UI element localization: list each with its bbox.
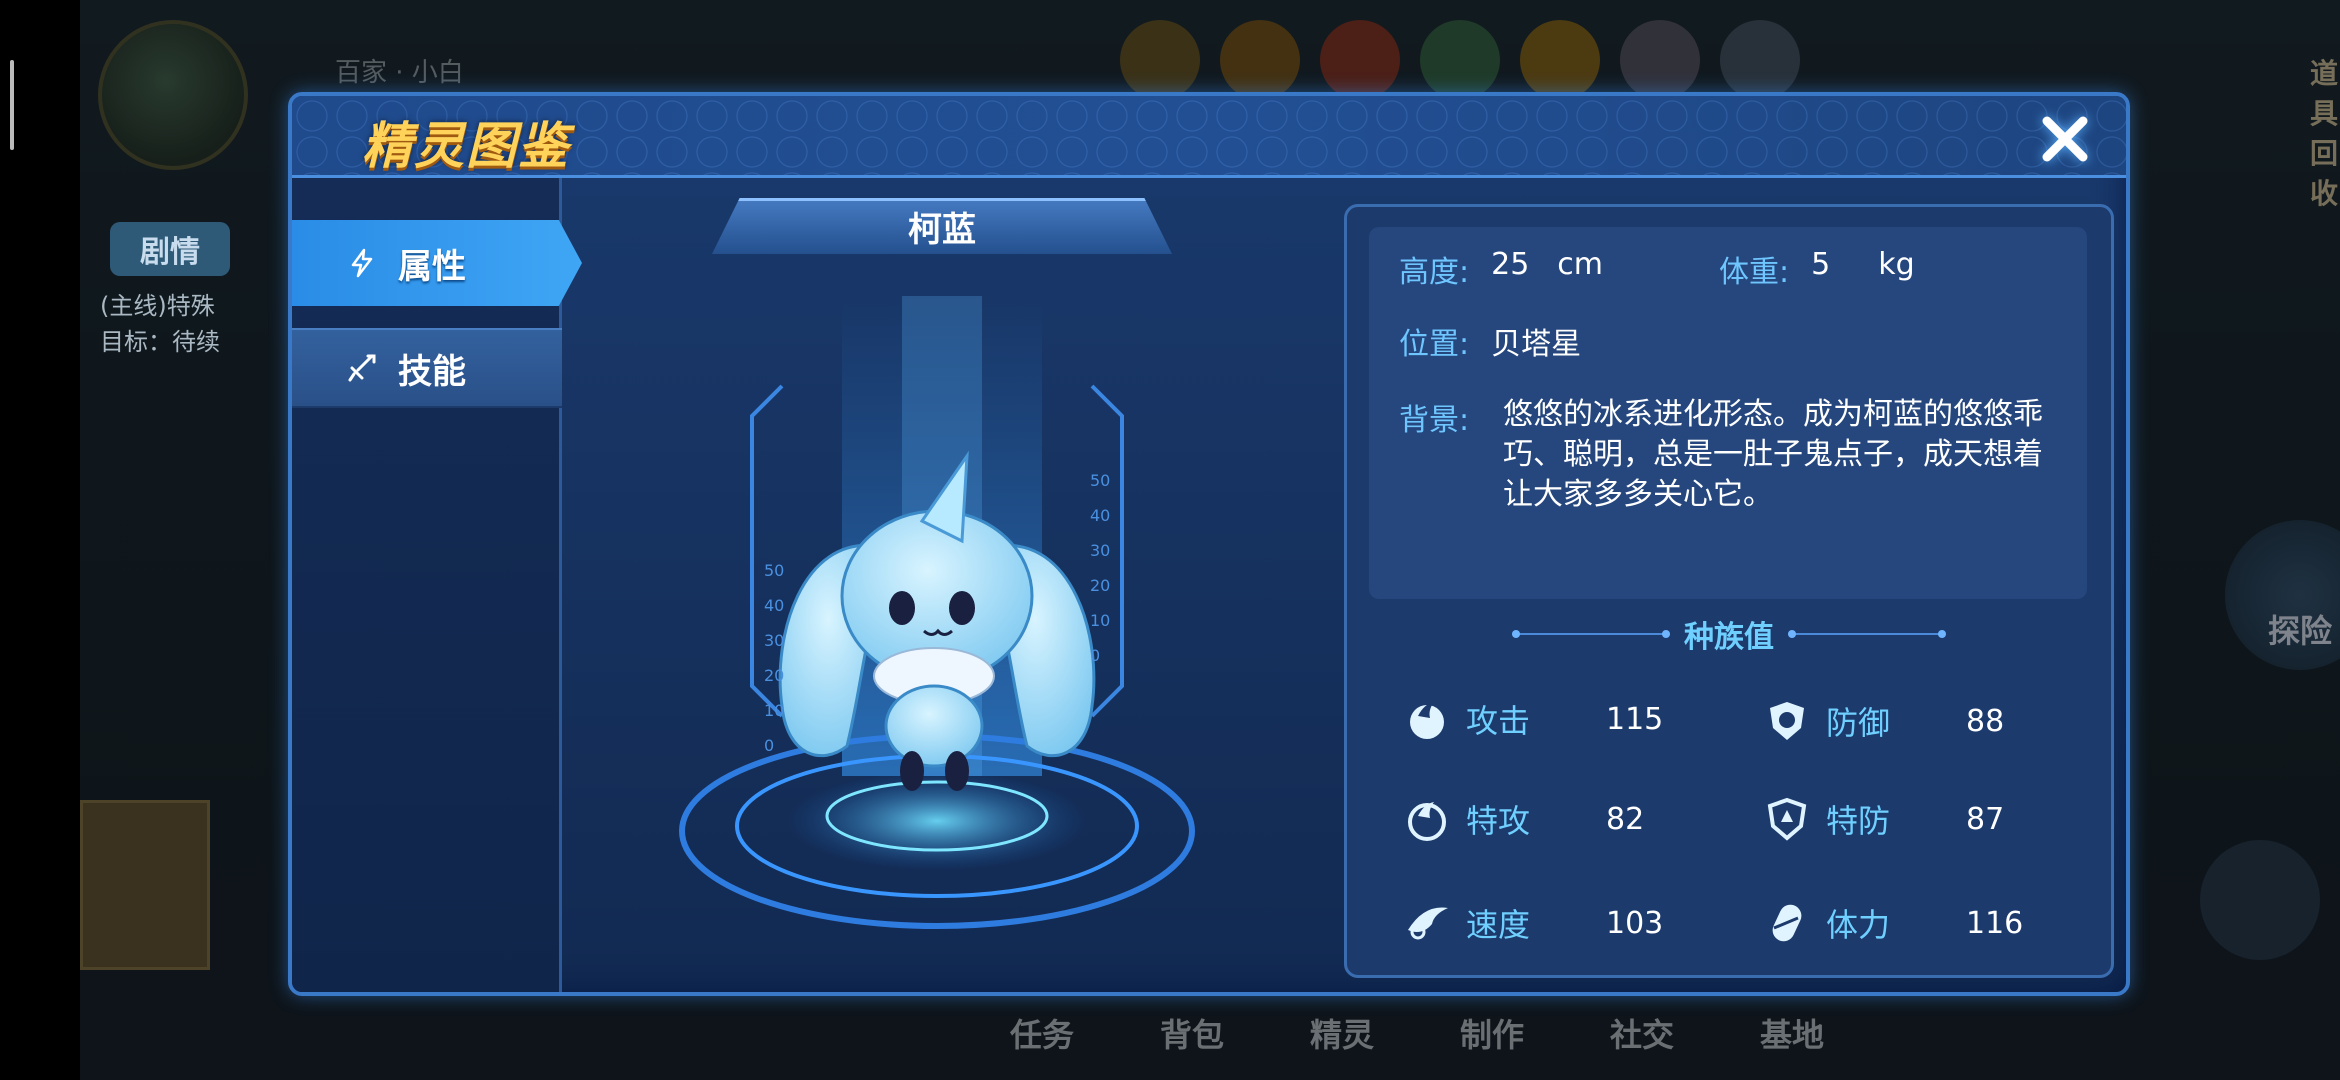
- dialog-header: 精灵图鉴: [292, 96, 2126, 178]
- sword-icon: [344, 350, 380, 386]
- stamina-icon: [1762, 898, 1812, 948]
- tab-attributes[interactable]: 属性: [292, 220, 582, 306]
- stat-name: 体力: [1826, 906, 1891, 944]
- stat-stamina: 体力 116: [1762, 895, 2023, 951]
- creature-illustration: [778, 450, 1096, 791]
- scale-right-tick: 40: [1090, 506, 1110, 525]
- screen-edge: [0, 0, 80, 1080]
- scale-right-tick: 10: [1090, 611, 1110, 630]
- close-icon: [2042, 116, 2088, 162]
- stat-special-attack: 特攻 82: [1402, 791, 1644, 847]
- stat-value: 82: [1606, 801, 1645, 837]
- stat-value: 87: [1966, 801, 2005, 837]
- special-defense-icon: [1762, 794, 1812, 844]
- scale-right-tick: 0: [1090, 646, 1100, 665]
- stat-defense: 防御 88: [1762, 693, 2004, 749]
- title-divider-left: [1512, 630, 1670, 638]
- scale-right-tick: 30: [1090, 541, 1110, 560]
- creature-display: 50 40 30 20 10 0 50 40 30 20 10 0: [679, 296, 1195, 929]
- stat-special-defense: 特防 87: [1762, 791, 2004, 847]
- stat-name: 特攻: [1466, 802, 1531, 840]
- platform-glow: [787, 771, 1087, 871]
- location-value: 贝塔星: [1491, 327, 1582, 362]
- tab-label: 属性: [398, 246, 466, 287]
- gesture-bar: [10, 60, 14, 150]
- creature-encyclopedia-dialog: 精灵图鉴 属性 技能 柯蓝 50 40 30 20 10 0 50 40 30 …: [288, 92, 2130, 996]
- attack-icon: [1402, 694, 1452, 744]
- plot-button: 剧情: [110, 222, 230, 276]
- scale-right-tick: 50: [1090, 471, 1110, 490]
- weight-unit: kg: [1878, 247, 1915, 282]
- scale-left-tick: 20: [764, 666, 784, 685]
- creature-name: 柯蓝: [908, 209, 976, 250]
- title-divider-right: [1788, 630, 1946, 638]
- scale-left-tick: 40: [764, 596, 784, 615]
- special-attack-icon: [1402, 794, 1452, 844]
- background-row: 背景:: [1399, 395, 1469, 439]
- location-label: 位置:: [1399, 327, 1470, 362]
- height-unit: cm: [1557, 247, 1604, 282]
- stat-name: 防御: [1826, 704, 1891, 742]
- stat-value: 103: [1606, 905, 1664, 941]
- task-line: 目标：待续: [100, 328, 220, 356]
- scale-left-tick: 30: [764, 631, 784, 650]
- background-label: 背景:: [1399, 403, 1470, 438]
- lightning-icon: [344, 245, 380, 281]
- scale-right-tick: 20: [1090, 576, 1110, 595]
- scale-left-tick: 10: [764, 701, 784, 720]
- creature-name-plate: 柯蓝: [712, 198, 1172, 254]
- stat-name: 攻击: [1466, 702, 1531, 740]
- stat-speed: 速度 103: [1402, 895, 1663, 951]
- stat-name: 特防: [1826, 802, 1891, 840]
- height-row: 高度: 25 cm: [1399, 247, 1603, 291]
- tab-label: 技能: [398, 351, 466, 392]
- stat-value: 116: [1966, 905, 2024, 941]
- close-button[interactable]: [2034, 108, 2096, 170]
- stat-attack: 攻击 115: [1402, 691, 1663, 747]
- stat-name: 速度: [1466, 906, 1531, 944]
- description-box: 高度: 25 cm 体重: 5 kg 位置: 贝塔星 背景: 悠悠的冰系进化形态…: [1369, 227, 2087, 599]
- speed-icon: [1402, 898, 1452, 948]
- weight-label: 体重:: [1719, 255, 1790, 290]
- location-row: 位置: 贝塔星: [1399, 319, 1581, 363]
- info-panel: 高度: 25 cm 体重: 5 kg 位置: 贝塔星 背景: 悠悠的冰系进化形态…: [1344, 204, 2114, 978]
- height-value: 25: [1491, 247, 1530, 282]
- stats-section-title: 种族值: [1347, 612, 2111, 656]
- height-label: 高度:: [1399, 255, 1470, 290]
- task-line: (主线)特殊: [100, 292, 215, 320]
- dialog-title: 精灵图鉴: [362, 117, 570, 175]
- scale-left-tick: 50: [764, 561, 784, 580]
- weight-value: 5: [1811, 247, 1831, 282]
- defense-icon: [1762, 696, 1812, 746]
- scale-left-tick: 0: [764, 736, 774, 755]
- creature-stage: 柯蓝 50 40 30 20 10 0 50 40 30 20 10 0: [672, 196, 1202, 956]
- tab-skills[interactable]: 技能: [292, 328, 562, 408]
- stat-value: 115: [1606, 701, 1664, 737]
- background-text: 悠悠的冰系进化形态。成为柯蓝的悠悠乖巧、聪明，总是一肚子鬼点子，成天想着让大家多…: [1503, 397, 2043, 512]
- stats-title: 种族值: [1684, 620, 1774, 655]
- weight-row: 体重: 5 kg: [1719, 247, 1915, 291]
- stat-value: 88: [1966, 703, 2005, 739]
